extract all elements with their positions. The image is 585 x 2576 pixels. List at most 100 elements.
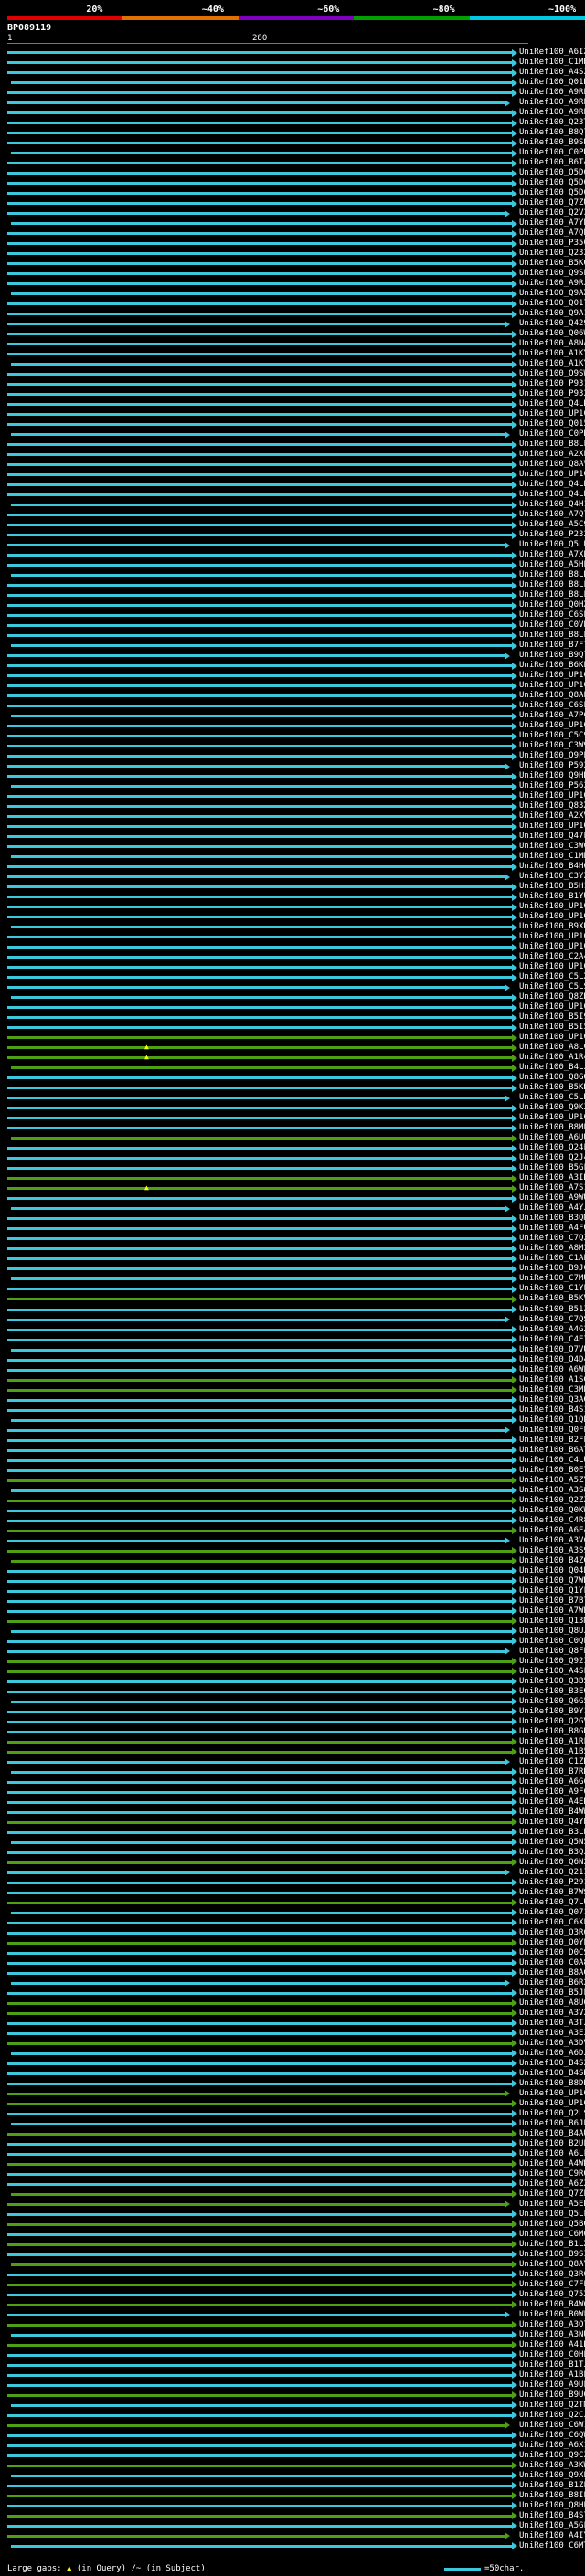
hit-link[interactable]: UniRef100_B8Q7B4: [519, 128, 585, 138]
hit-link[interactable]: UniRef100_B6JE75: [519, 2119, 585, 2129]
hit-link[interactable]: UniRef100_A9RPK9: [519, 88, 585, 98]
hit-link[interactable]: UniRef100_C9RQQ0: [519, 2169, 585, 2179]
hit-link[interactable]: UniRef100_Q5BQ20: [519, 2220, 585, 2230]
hit-link[interactable]: UniRef100_A7WB33: [519, 1606, 585, 1617]
hit-link[interactable]: UniRef100_C7FP36: [519, 2280, 585, 2290]
hit-link[interactable]: UniRef100_Q92IE1: [519, 1657, 585, 1667]
hit-link[interactable]: UniRef100_C0QE57: [519, 1637, 585, 1647]
hit-link[interactable]: UniRef100_B9SI06: [519, 2250, 585, 2260]
hit-link[interactable]: UniRef100_Q4LB19: [519, 490, 585, 500]
hit-link[interactable]: UniRef100_Q6N2W5: [519, 1858, 585, 1868]
hit-link[interactable]: UniRef100_C1ZHH0: [519, 1757, 585, 1767]
hit-link[interactable]: UniRef100_A3KWZ0: [519, 2461, 585, 2471]
hit-link[interactable]: UniRef100_A6X1W7: [519, 2441, 585, 2451]
hit-link[interactable]: UniRef100_A8U0F7: [519, 1998, 585, 2009]
hit-link[interactable]: UniRef100_Q6G504: [519, 1697, 585, 1707]
hit-link[interactable]: UniRef100_B7FT14: [519, 641, 585, 651]
hit-link[interactable]: UniRef100_B5KQF3: [519, 259, 585, 269]
hit-link[interactable]: UniRef100_B8LLL7: [519, 440, 585, 450]
hit-link[interactable]: UniRef100_B8LLT6: [519, 580, 585, 590]
hit-link[interactable]: UniRef100_Q5D6C3: [519, 188, 585, 198]
hit-link[interactable]: UniRef100_Q2CJM8: [519, 2411, 585, 2421]
hit-link[interactable]: UniRef100_UP1000...: [519, 822, 585, 832]
hit-link[interactable]: UniRef100_Q071V6: [519, 1908, 585, 1918]
hit-link[interactable]: UniRef100_B7B766: [519, 1596, 585, 1606]
hit-link[interactable]: UniRef100_C3MB49: [519, 1385, 585, 1395]
hit-link[interactable]: UniRef100_A6WE92: [519, 1365, 585, 1375]
hit-link[interactable]: UniRef100_UP1000...: [519, 721, 585, 731]
hit-link[interactable]: UniRef100_Q4LK36: [519, 399, 585, 409]
hit-link[interactable]: UniRef100_Q4H1Q1: [519, 500, 585, 510]
hit-link[interactable]: UniRef100_UP1000...: [519, 470, 585, 480]
hit-link[interactable]: UniRef100_Q7LUX0: [519, 1898, 585, 1908]
hit-link[interactable]: UniRef100_B5I9B5: [519, 1012, 585, 1023]
hit-link[interactable]: UniRef100_Q3R6Q1: [519, 2270, 585, 2280]
hit-link[interactable]: UniRef100_A3VCW9: [519, 1536, 585, 1546]
hit-link[interactable]: UniRef100_A3S9K4: [519, 1546, 585, 1556]
hit-link[interactable]: UniRef100_A9F015: [519, 1787, 585, 1797]
hit-link[interactable]: UniRef100_Q2GVV8: [519, 1717, 585, 1727]
hit-link[interactable]: UniRef100_B9U053: [519, 2390, 585, 2401]
hit-link[interactable]: UniRef100_Q9XE10: [519, 2471, 585, 2481]
hit-link[interactable]: UniRef100_UP1000...: [519, 902, 585, 912]
hit-link[interactable]: UniRef100_A3V279: [519, 2009, 585, 2019]
hit-link[interactable]: UniRef100_Q9KZM1: [519, 1103, 585, 1113]
hit-link[interactable]: UniRef100_B6T440: [519, 158, 585, 168]
hit-link[interactable]: UniRef100_A6G626: [519, 1777, 585, 1787]
hit-link[interactable]: UniRef100_A4YJU2: [519, 1203, 585, 1214]
hit-link[interactable]: UniRef100_B4S716: [519, 2511, 585, 2521]
hit-link[interactable]: UniRef100_A6UU72: [519, 1133, 585, 1143]
hit-link[interactable]: UniRef100_C5LRW1: [519, 1093, 585, 1103]
hit-link[interactable]: UniRef100_A9RP25: [519, 108, 585, 118]
hit-link[interactable]: UniRef100_D0CS14: [519, 1948, 585, 1958]
hit-link[interactable]: UniRef100_C5LXH1: [519, 972, 585, 982]
hit-link[interactable]: UniRef100_C4LU18: [519, 1456, 585, 1466]
hit-link[interactable]: UniRef100_Q24LN1: [519, 1143, 585, 1153]
hit-link[interactable]: UniRef100_Q21IR1: [519, 1868, 585, 1878]
hit-link[interactable]: UniRef100_B6ATE2: [519, 1446, 585, 1456]
hit-link[interactable]: UniRef100_UP1000...: [519, 912, 585, 922]
hit-link[interactable]: UniRef100_A9UL03: [519, 2380, 585, 2390]
hit-link[interactable]: UniRef100_B4AU77: [519, 2129, 585, 2139]
hit-link[interactable]: UniRef100_Q8GQL7: [519, 1073, 585, 1083]
hit-link[interactable]: UniRef100_A2XVP5: [519, 811, 585, 822]
hit-link[interactable]: UniRef100_B5I5S3: [519, 1023, 585, 1033]
hit-link[interactable]: UniRef100_Q23TD0: [519, 118, 585, 128]
hit-link[interactable]: UniRef100_UP1000...: [519, 1002, 585, 1012]
hit-link[interactable]: UniRef100_A4G2J9: [519, 1325, 585, 1335]
hit-link[interactable]: UniRef100_A5ZY00: [519, 1476, 585, 1486]
hit-link[interactable]: UniRef100_Q5LL50: [519, 2210, 585, 2220]
hit-link[interactable]: UniRef100_Q1YFB2: [519, 1586, 585, 1596]
hit-link[interactable]: UniRef100_A3NUH0: [519, 2330, 585, 2340]
hit-link[interactable]: UniRef100_B1TJW4: [519, 2360, 585, 2370]
hit-link[interactable]: UniRef100_UP1000...: [519, 1033, 585, 1043]
hit-link[interactable]: UniRef100_UP1000...: [519, 409, 585, 419]
hit-link[interactable]: UniRef100_UP1000...: [519, 942, 585, 952]
hit-link[interactable]: UniRef100_Q23255: [519, 249, 585, 259]
hit-link[interactable]: UniRef100_Q8AYY9: [519, 2260, 585, 2270]
hit-link[interactable]: UniRef100_Q04BF7: [519, 1566, 585, 1576]
hit-link[interactable]: UniRef100_B5JLK7: [519, 1988, 585, 1998]
hit-link[interactable]: UniRef100_B5H1Q1: [519, 882, 585, 892]
hit-link[interactable]: UniRef100_C4E768: [519, 1335, 585, 1345]
hit-link[interactable]: UniRef100_C5C9B9: [519, 731, 585, 741]
hit-link[interactable]: UniRef100_Q9SP37: [519, 269, 585, 279]
hit-link[interactable]: UniRef100_Q0HXE2: [519, 600, 585, 610]
hit-link[interactable]: UniRef100_C6SEF4: [519, 610, 585, 620]
hit-link[interactable]: UniRef100_B6KEW5: [519, 661, 585, 671]
hit-link[interactable]: UniRef100_B9J0Y0: [519, 1264, 585, 1274]
hit-link[interactable]: UniRef100_Q9HRB8: [519, 771, 585, 781]
hit-link[interactable]: UniRef100_UP1000...: [519, 791, 585, 801]
hit-link[interactable]: UniRef100_B4ZG42: [519, 1556, 585, 1566]
hit-link[interactable]: UniRef100_A2XEU8: [519, 450, 585, 460]
hit-link[interactable]: UniRef100_Q2V3J2: [519, 208, 585, 218]
hit-link[interactable]: UniRef100_Q5N562: [519, 1838, 585, 1848]
hit-link[interactable]: UniRef100_Q3B532: [519, 1677, 585, 1687]
hit-link[interactable]: UniRef100_C0A877: [519, 1958, 585, 1968]
hit-link[interactable]: UniRef100_B4WW54: [519, 1807, 585, 1818]
hit-link[interactable]: UniRef100_Q5LB73: [519, 540, 585, 550]
hit-link[interactable]: UniRef100_Q9SWP5: [519, 369, 585, 379]
hit-link[interactable]: UniRef100_C2A4Y4: [519, 952, 585, 962]
hit-link[interactable]: UniRef100_Q8UJ99: [519, 1627, 585, 1637]
hit-link[interactable]: UniRef100_C7MUK9: [519, 1274, 585, 1284]
